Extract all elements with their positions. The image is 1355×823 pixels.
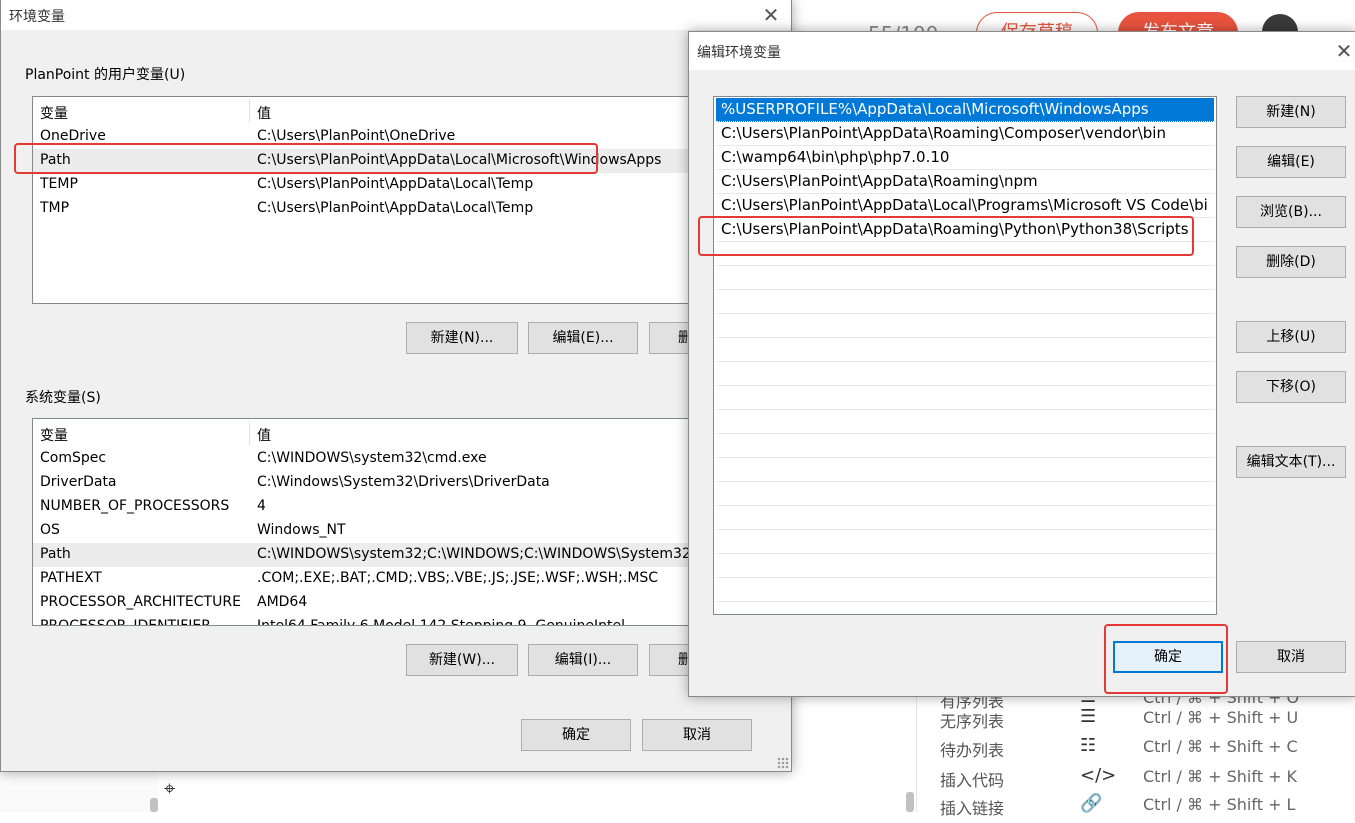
environment-variables-dialog: 环境变量 ✕ PlanPoint 的用户变量(U) 变量 值 OneDrive … [0,0,794,772]
system-variables-list[interactable]: 变量 值 ComSpec C:\WINDOWS\system32\cmd.exe… [32,418,794,626]
column-separator[interactable] [249,421,250,445]
close-icon[interactable]: ✕ [756,2,786,28]
table-row[interactable]: OS Windows_NT [33,519,793,543]
empty-row[interactable] [716,458,1214,482]
empty-row[interactable] [716,554,1214,578]
empty-row[interactable] [716,362,1214,386]
list-item[interactable]: C:\Users\PlanPoint\AppData\Local\Program… [716,194,1214,218]
dialog-titlebar: 环境变量 ✕ [1,0,791,30]
panel-divider [916,694,917,812]
empty-row[interactable] [716,530,1214,554]
cancel-button[interactable]: 取消 [1236,641,1346,673]
unordered-list-icon: ☰ [1080,706,1097,727]
annotation-highlight [14,143,598,174]
list-item[interactable]: C:\wamp64\bin\php\php7.0.10 [716,146,1214,170]
column-header-variable[interactable]: 变量 [40,103,68,123]
table-row[interactable]: PATHEXT .COM;.EXE;.BAT;.CMD;.VBS;.VBE;.J… [33,567,793,591]
system-new-button[interactable]: 新建(W)... [406,644,518,676]
column-header-value[interactable]: 值 [257,425,271,445]
link-icon: 🔗 [1080,793,1103,814]
shortcut-row: 待办列表 ☷ Ctrl / ⌘ + Shift + C [940,735,1298,760]
browse-button[interactable]: 浏览(B)... [1236,196,1346,228]
list-header: 变量 值 [33,419,793,447]
table-row[interactable]: TMP C:\Users\PlanPoint\AppData\Local\Tem… [33,197,793,221]
table-row[interactable]: NUMBER_OF_PROCESSORS 4 [33,495,793,519]
empty-row[interactable] [716,482,1214,506]
system-variables-label: 系统变量(S) [25,390,101,406]
user-edit-button[interactable]: 编辑(E)... [528,322,638,354]
empty-row[interactable] [716,266,1214,290]
move-up-button[interactable]: 上移(U) [1236,321,1346,353]
ok-button[interactable]: 确定 [521,719,631,751]
edit-text-button[interactable]: 编辑文本(T)... [1236,446,1346,478]
empty-row[interactable] [716,506,1214,530]
empty-row[interactable] [716,386,1214,410]
preview-scrollbar[interactable] [906,792,914,812]
dialog-title: 编辑环境变量 [697,45,781,61]
todo-list-icon: ☷ [1080,735,1097,756]
empty-row[interactable] [716,434,1214,458]
delete-entry-button[interactable]: 删除(D) [1236,246,1346,278]
crosshair-icon[interactable]: ⌖ [164,776,188,800]
empty-row[interactable] [716,290,1214,314]
code-icon: </> [1080,765,1117,786]
list-item[interactable]: C:\Users\PlanPoint\AppData\Roaming\Compo… [716,122,1214,146]
path-entries-list[interactable]: %USERPROFILE%\AppData\Local\Microsoft\Wi… [713,96,1217,615]
edit-entry-button[interactable]: 编辑(E) [1236,146,1346,178]
empty-row[interactable] [716,578,1214,602]
list-item[interactable]: %USERPROFILE%\AppData\Local\Microsoft\Wi… [716,98,1214,122]
editor-scrollbar[interactable] [150,798,158,812]
user-new-button[interactable]: 新建(N)... [406,322,518,354]
column-separator[interactable] [249,99,250,123]
move-down-button[interactable]: 下移(O) [1236,371,1346,403]
shortcut-row: 插入代码 </> Ctrl / ⌘ + Shift + K [940,765,1298,790]
new-entry-button[interactable]: 新建(N) [1236,96,1346,128]
edit-environment-variable-dialog: 编辑环境变量 ✕ %USERPROFILE%\AppData\Local\Mic… [688,31,1355,697]
user-variables-list[interactable]: 变量 值 OneDrive C:\Users\PlanPoint\OneDriv… [32,96,794,304]
table-row[interactable]: TEMP C:\Users\PlanPoint\AppData\Local\Te… [33,173,793,197]
annotation-highlight [698,216,1194,256]
empty-row[interactable] [716,314,1214,338]
annotation-highlight [1104,624,1228,694]
user-variables-label: PlanPoint 的用户变量(U) [25,67,186,83]
close-icon[interactable]: ✕ [1329,38,1355,64]
list-item[interactable]: C:\Users\PlanPoint\AppData\Roaming\npm [716,170,1214,194]
dialog-titlebar: 编辑环境变量 ✕ [689,32,1355,70]
list-header: 变量 值 [33,97,793,125]
shortcut-row: 插入链接 🔗 Ctrl / ⌘ + Shift + L [940,793,1296,818]
editor-left-strip [0,770,158,812]
table-row[interactable]: DriverData C:\Windows\System32\Drivers\D… [33,471,793,495]
cancel-button[interactable]: 取消 [642,719,752,751]
resize-grip[interactable] [777,757,789,769]
table-row[interactable]: Path C:\WINDOWS\system32;C:\WINDOWS;C:\W… [33,543,793,567]
column-header-value[interactable]: 值 [257,103,271,123]
system-edit-button[interactable]: 编辑(I)... [528,644,638,676]
shortcut-row: 无序列表 ☰ Ctrl / ⌘ + Shift + U [940,706,1299,731]
column-header-variable[interactable]: 变量 [40,425,68,445]
table-row[interactable]: PROCESSOR_ARCHITECTURE AMD64 [33,591,793,615]
table-row[interactable]: ComSpec C:\WINDOWS\system32\cmd.exe [33,447,793,471]
table-row[interactable]: PROCESSOR_IDENTIFIER Intel64 Family 6 Mo… [33,615,793,625]
dialog-title: 环境变量 [9,9,65,25]
empty-row[interactable] [716,410,1214,434]
empty-row[interactable] [716,338,1214,362]
